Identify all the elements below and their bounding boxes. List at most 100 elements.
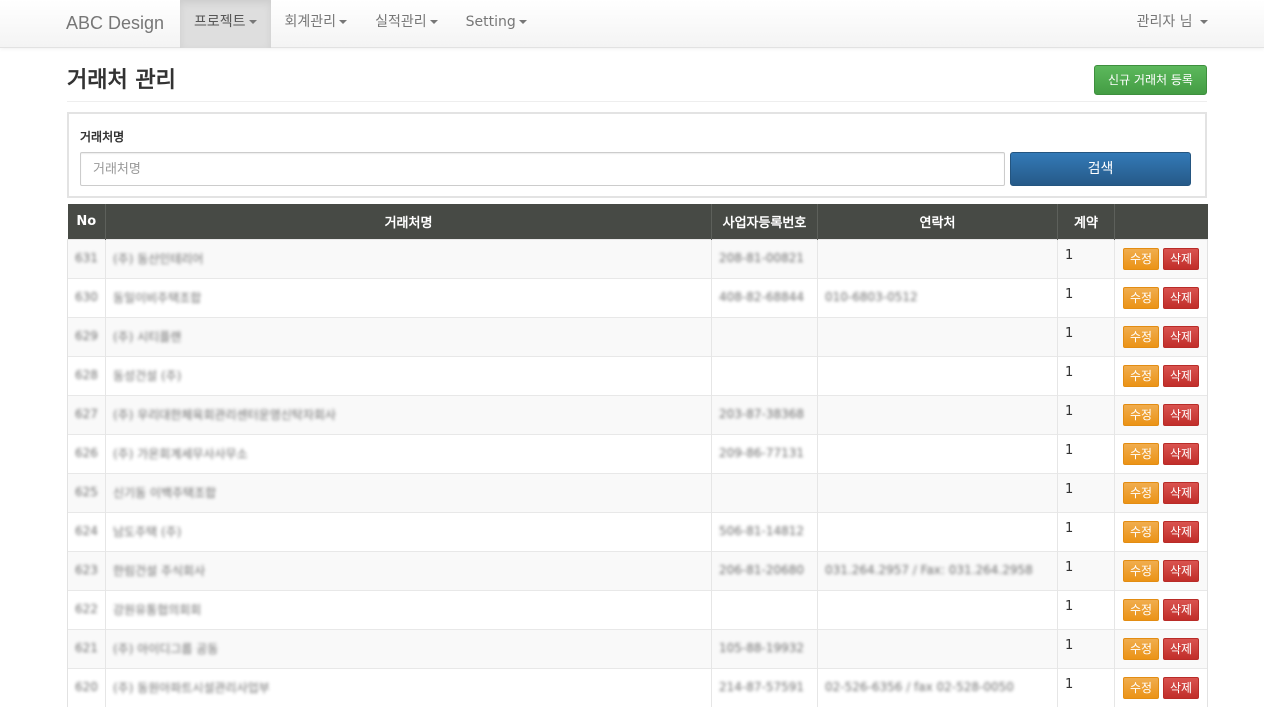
cell-actions: 수정 삭제 [1114,511,1208,551]
cell-name: (주) 가온회계세무사사무소 [105,433,712,473]
cell-contract: 1 [1057,316,1115,356]
cell-actions: 수정 삭제 [1114,277,1208,317]
row-number: 631 [75,251,98,265]
cell-biz-number: 203-87-38368 [711,394,818,434]
edit-button[interactable]: 수정 [1123,559,1159,582]
cell-name: 신기동 이백주택조합 [105,472,712,512]
row-number: 629 [75,329,98,343]
biz-number: 203-87-38368 [719,407,805,421]
nav-item-label: 회계관리 [284,14,337,30]
biz-number: 206-81-20680 [719,563,805,577]
nav-item-accounting[interactable]: 회계관리 [271,0,362,48]
delete-button[interactable]: 삭제 [1163,247,1199,270]
edit-button[interactable]: 수정 [1123,442,1159,465]
cell-actions: 수정 삭제 [1114,628,1208,668]
edit-button[interactable]: 수정 [1123,286,1159,309]
cell-actions: 수정 삭제 [1114,433,1208,473]
row-actions: 수정 삭제 [1122,364,1200,387]
search-button[interactable]: 검색 [1010,152,1191,186]
delete-button[interactable]: 삭제 [1163,403,1199,426]
delete-button[interactable]: 삭제 [1163,325,1199,348]
edit-button[interactable]: 수정 [1123,481,1159,504]
brand-logo[interactable]: ABC Design [66,0,164,48]
cell-contract: 1 [1057,394,1115,434]
edit-button[interactable]: 수정 [1123,637,1159,660]
cell-contract: 1 [1057,511,1115,551]
cell-contract: 1 [1057,277,1115,317]
edit-button[interactable]: 수정 [1123,364,1159,387]
client-name: (주) 시티플랜 [113,330,182,344]
nav-item-label: 프로젝트 [194,14,246,30]
row-actions: 수정 삭제 [1122,598,1200,621]
delete-button[interactable]: 삭제 [1163,481,1199,504]
row-number: 630 [75,290,98,304]
table-body: 631 (주) 동산인테리어 208-81-00821 1 수정 삭제 630 동일이비주택조… [67,238,1208,707]
biz-number: 208-81-00821 [719,251,805,265]
cell-actions: 수정 삭제 [1114,550,1208,590]
edit-button[interactable]: 수정 [1123,598,1159,621]
edit-button[interactable]: 수정 [1123,520,1159,543]
client-name: (주) 동산인테리어 [113,252,204,266]
row-number: 620 [75,680,98,695]
contact: 031.264.2957 / Fax: 031.264.2958 [825,563,1033,577]
delete-button[interactable]: 삭제 [1163,676,1199,699]
cell-biz-number: 105-88-19932 [711,628,818,668]
cell-no: 622 [67,589,106,629]
edit-button[interactable]: 수정 [1123,403,1159,426]
delete-button[interactable]: 삭제 [1163,520,1199,543]
edit-button[interactable]: 수정 [1123,676,1159,699]
client-name-search-input[interactable] [80,152,1005,186]
table-row: 628 동성건설 (주) 1 수정 삭제 [67,355,1208,395]
user-menu[interactable]: 관리자 님 [1137,0,1208,48]
edit-button[interactable]: 수정 [1123,325,1159,348]
cell-biz-number: 214-87-57591 [711,667,818,707]
table-row: 629 (주) 시티플랜 1 수정 삭제 [67,316,1208,356]
new-client-button[interactable]: 신규 거래처 등록 [1094,65,1207,95]
nav-item-project[interactable]: 프로젝트 [180,0,271,48]
delete-button[interactable]: 삭제 [1163,637,1199,660]
row-actions: 수정 삭제 [1122,637,1200,660]
table-row: 624 남도주택 (주) 506-81-14812 1 수정 삭제 [67,511,1208,551]
search-label: 거래처명 [80,130,125,144]
cell-actions: 수정 삭제 [1114,316,1208,356]
cell-name: (주) 우리대한체육회관리센터운영신탁자회사 [105,394,712,434]
top-navbar: ABC Design 프로젝트 회계관리 실적관리 Setting 관리자 님 [0,0,1264,48]
main-nav: 프로젝트 회계관리 실적관리 Setting [180,0,541,48]
cell-actions: 수정 삭제 [1114,667,1208,707]
table-row: 623 한림건설 주식회사 206-81-20680 031.264.2957 / F… [67,550,1208,590]
column-header-contract: 계약 [1057,204,1115,239]
delete-button[interactable]: 삭제 [1163,598,1199,621]
page-title: 거래처 관리 [67,68,176,93]
column-header-contact: 연락처 [817,204,1058,239]
cell-actions: 수정 삭제 [1114,589,1208,629]
nav-item-setting[interactable]: Setting [452,0,541,48]
cell-biz-number [711,472,818,512]
client-table: No 거래처명 사업자등록번호 연락처 계약 631 (주) 동산인테리어 208-… [67,204,1208,707]
delete-button[interactable]: 삭제 [1163,442,1199,465]
table-header-row: No 거래처명 사업자등록번호 연락처 계약 [67,204,1208,239]
nav-item-performance[interactable]: 실적관리 [361,0,452,48]
delete-button[interactable]: 삭제 [1163,559,1199,582]
cell-actions: 수정 삭제 [1114,238,1208,278]
contact: 02-526-6356 / fax 02-528-0050 [825,680,1014,695]
cell-no: 627 [67,394,106,434]
cell-no: 624 [67,511,106,551]
row-number: 628 [75,368,98,382]
cell-contact [817,355,1058,395]
client-name: 신기동 이백주택조합 [113,486,217,500]
cell-actions: 수정 삭제 [1114,355,1208,395]
biz-number: 209-86-77131 [719,446,805,460]
column-header-no: No [67,204,106,239]
delete-button[interactable]: 삭제 [1163,364,1199,387]
delete-button[interactable]: 삭제 [1163,286,1199,309]
caret-down-icon [429,20,438,24]
cell-actions: 수정 삭제 [1114,472,1208,512]
cell-name: 한림건설 주식회사 [105,550,712,590]
cell-name: (주) 시티플랜 [105,316,712,356]
cell-biz-number [711,589,818,629]
table-row: 626 (주) 가온회계세무사사무소 209-86-77131 1 수정 삭제 [67,433,1208,473]
cell-actions: 수정 삭제 [1114,394,1208,434]
cell-contract: 1 [1057,667,1115,707]
edit-button[interactable]: 수정 [1123,247,1159,270]
cell-biz-number: 506-81-14812 [711,511,818,551]
